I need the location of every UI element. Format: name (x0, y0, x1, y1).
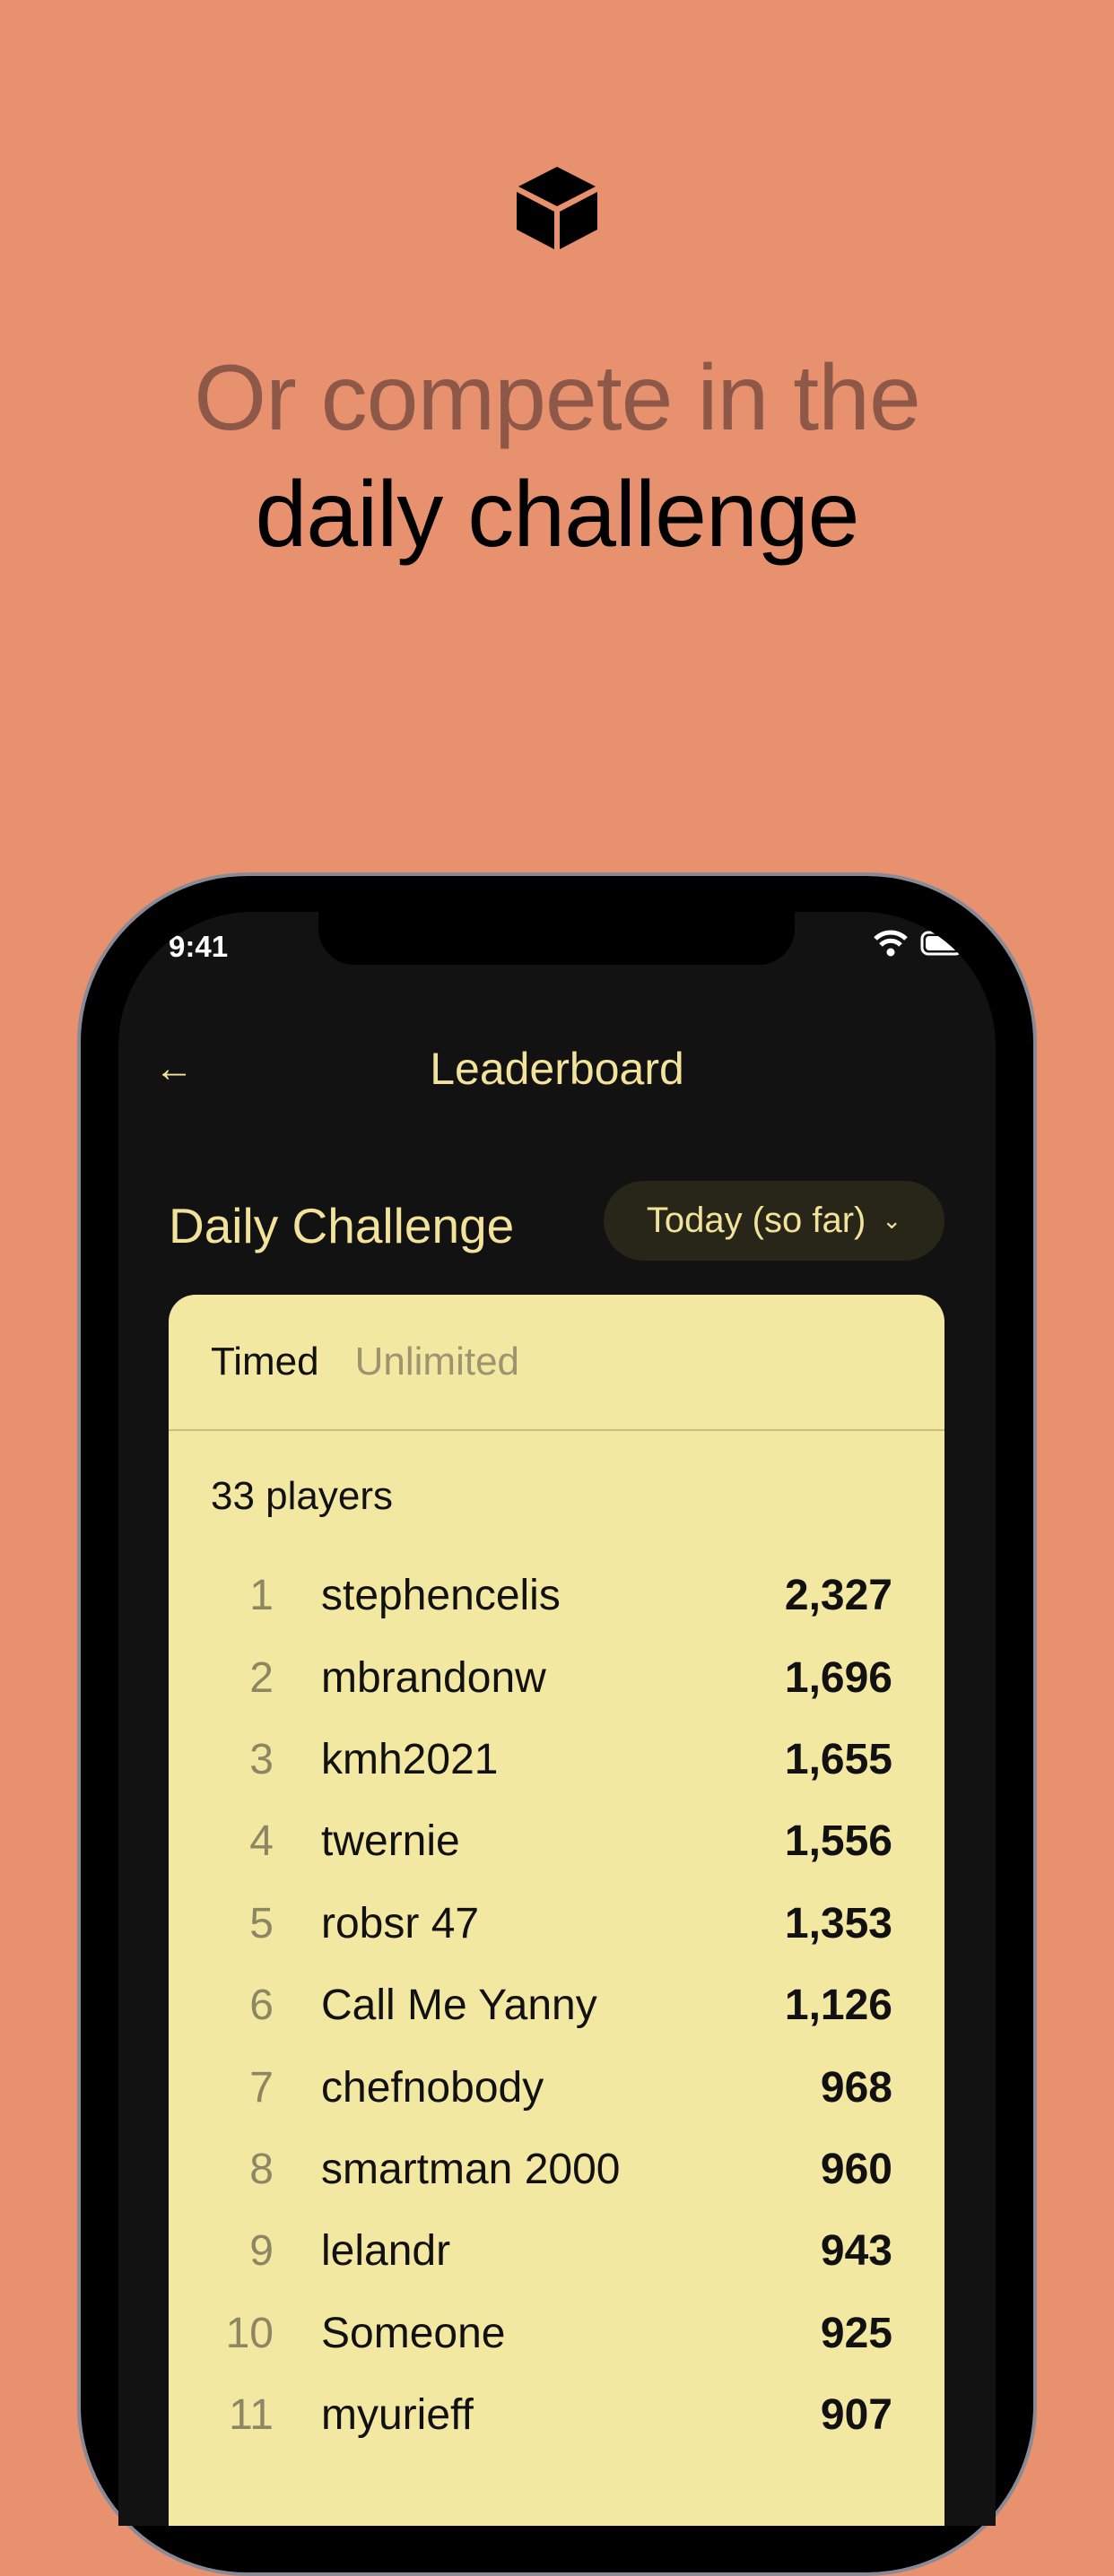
leaderboard-row[interactable]: 11 myurieff 907 (169, 2374, 944, 2456)
headline-line-1: Or compete in the (194, 346, 921, 450)
player-name: robsr 47 (321, 1899, 480, 1947)
player-rank: 4 (249, 1817, 274, 1866)
leaderboard-row[interactable]: 10 Someone 925 (169, 2293, 944, 2374)
player-score: 2,327 (784, 1572, 892, 1620)
player-rank: 3 (249, 1735, 274, 1783)
chevron-down-icon: ⌄ (882, 1207, 902, 1234)
player-name: chefnobody (321, 2063, 544, 2112)
leaderboard-row[interactable]: 2 mbrandonw 1,696 (169, 1636, 944, 1718)
leaderboard-list: 1 stephencelis 2,327 2 mbrandonw 1,696 3 kmh202… (169, 1555, 944, 2456)
player-score: 925 (820, 2309, 892, 2357)
dropdown-value: Today (so far) (646, 1201, 866, 1240)
tab-unlimited[interactable]: Unlimited (355, 1340, 519, 1384)
player-rank: 1 (249, 1572, 274, 1620)
player-name: lelandr (321, 2227, 451, 2276)
player-name: kmh2021 (321, 1735, 499, 1783)
player-name: smartman 2000 (321, 2145, 621, 2193)
player-name: Someone (321, 2309, 506, 2357)
wifi-icon (874, 930, 908, 957)
leaderboard-row[interactable]: 5 robsr 47 1,353 (169, 1883, 944, 1965)
player-score: 968 (820, 2063, 892, 2112)
player-score: 960 (820, 2145, 892, 2193)
player-count: 33 players (211, 1474, 394, 1518)
divider (169, 1429, 944, 1431)
player-rank: 6 (249, 1982, 274, 2030)
player-name: stephencelis (321, 1572, 561, 1620)
player-rank: 8 (249, 2145, 274, 2193)
leaderboard-card: Timed Unlimited 33 players 1 stephencelis… (169, 1295, 944, 2526)
player-name: myurieff (321, 2391, 474, 2440)
battery-icon (920, 931, 966, 956)
player-rank: 2 (249, 1653, 274, 1702)
page-title: Leaderboard (430, 1044, 684, 1094)
leaderboard-row[interactable]: 9 lelandr 943 (169, 2210, 944, 2292)
leaderboard-row[interactable]: 1 stephencelis 2,327 (169, 1555, 944, 1636)
player-score: 1,353 (784, 1899, 892, 1947)
player-name: Call Me Yanny (321, 1982, 597, 2030)
leaderboard-row[interactable]: 8 smartman 2000 960 (169, 2129, 944, 2210)
section-title: Daily Challenge (169, 1198, 515, 1253)
player-name: mbrandonw (321, 1653, 546, 1702)
player-rank: 9 (249, 2227, 274, 2276)
player-rank: 11 (229, 2391, 274, 2440)
player-rank: 10 (225, 2309, 274, 2357)
player-score: 1,655 (784, 1735, 892, 1783)
leaderboard-row[interactable]: 4 twernie 1,556 (169, 1800, 944, 1882)
leaderboard-row[interactable]: 3 kmh2021 1,655 (169, 1719, 944, 1800)
player-score: 943 (820, 2227, 892, 2276)
player-name: twernie (321, 1817, 460, 1866)
tab-timed[interactable]: Timed (211, 1340, 319, 1384)
leaderboard-row[interactable]: 6 Call Me Yanny 1,126 (169, 1965, 944, 2046)
player-rank: 7 (249, 2063, 274, 2112)
player-score: 1,556 (784, 1817, 892, 1866)
notch (318, 912, 795, 965)
status-time: 9:41 (169, 930, 229, 963)
player-score: 1,696 (784, 1653, 892, 1702)
phone-screen: 9:41 ← Leaderboard Daily Challenge Today… (118, 912, 996, 2526)
player-score: 1,126 (784, 1982, 892, 2030)
date-range-dropdown[interactable]: Today (so far) ⌄ (604, 1181, 944, 1261)
leaderboard-row[interactable]: 7 chefnobody 968 (169, 2046, 944, 2128)
player-score: 907 (820, 2391, 892, 2440)
cube-logo-icon (517, 167, 597, 249)
player-rank: 5 (249, 1899, 274, 1947)
headline-line-2: daily challenge (255, 463, 859, 567)
